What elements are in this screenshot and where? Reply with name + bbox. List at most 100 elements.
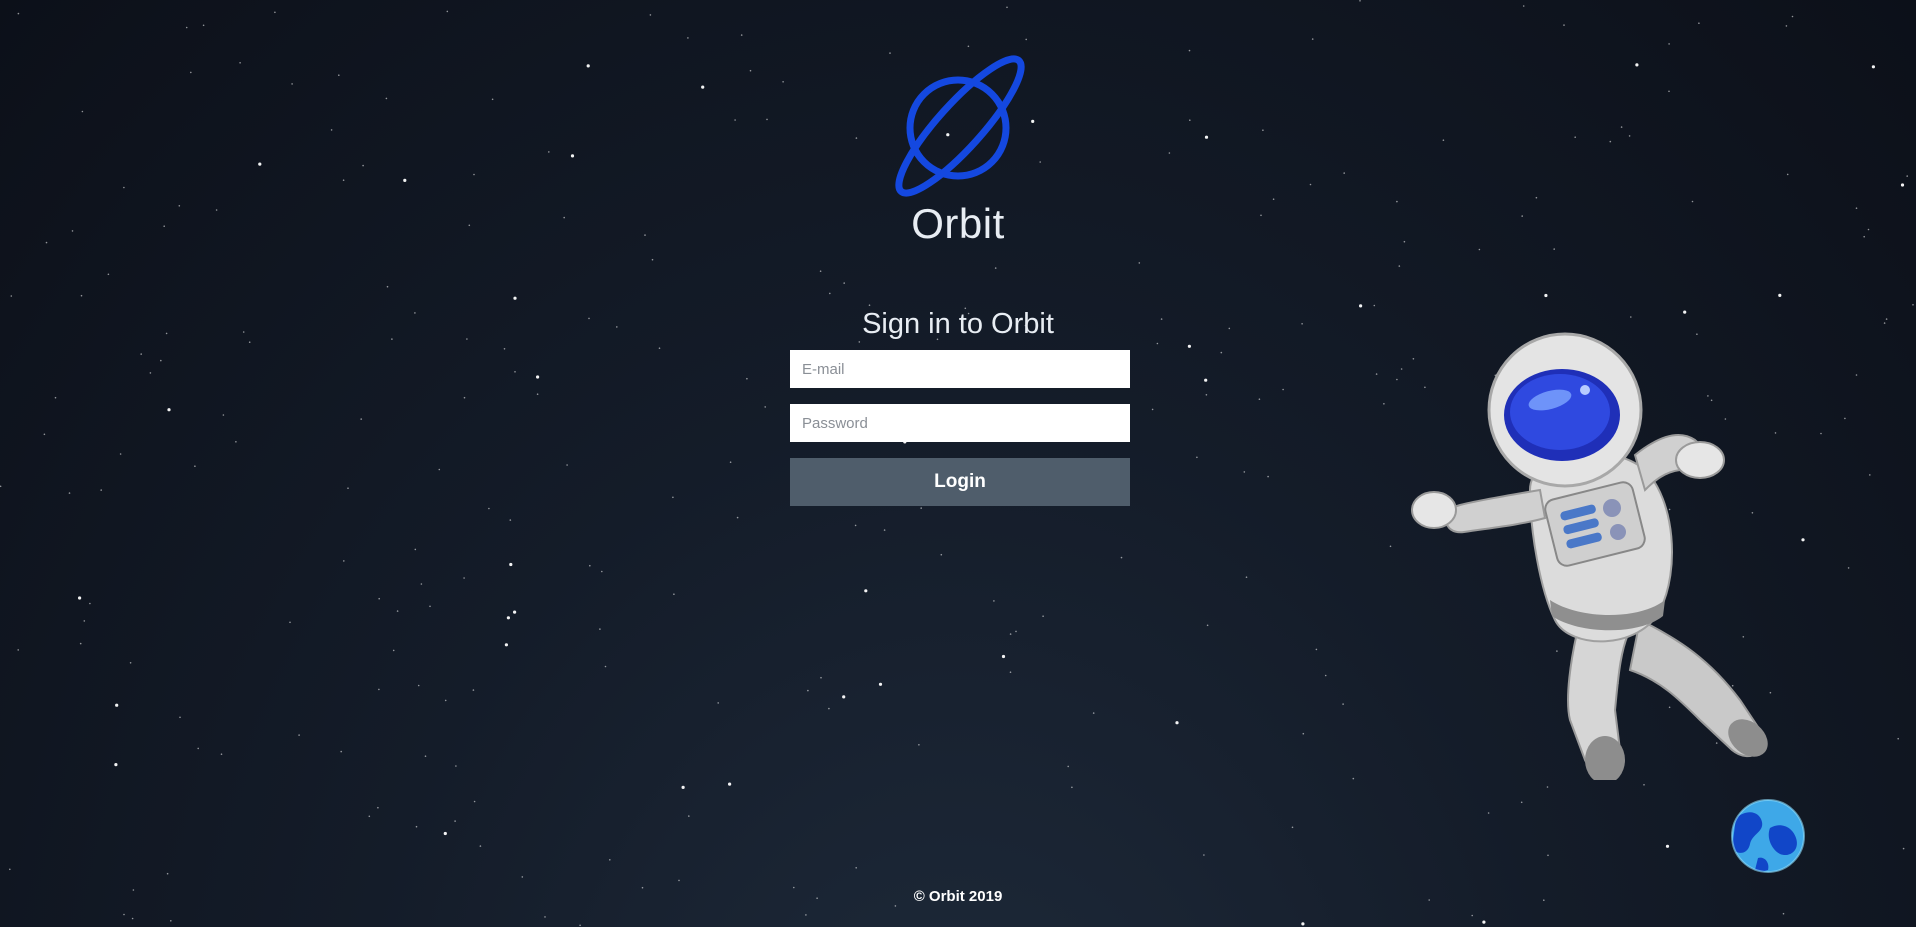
star <box>298 734 300 736</box>
star <box>1291 826 1294 829</box>
star <box>454 820 456 822</box>
star <box>330 129 333 131</box>
star <box>1902 847 1905 850</box>
star <box>463 577 465 579</box>
star <box>994 267 997 269</box>
star <box>9 868 11 871</box>
star <box>131 917 134 920</box>
star <box>1258 398 1261 401</box>
star <box>544 916 546 918</box>
star <box>1359 0 1361 2</box>
star <box>1092 712 1095 714</box>
star <box>455 765 457 767</box>
star <box>894 905 897 907</box>
star <box>190 71 192 74</box>
star <box>1206 624 1209 627</box>
star <box>734 119 736 121</box>
star <box>1782 912 1785 915</box>
star <box>967 45 970 48</box>
star <box>1282 388 1284 391</box>
star <box>473 800 476 803</box>
star <box>1009 671 1012 673</box>
star <box>446 10 449 13</box>
star <box>123 913 125 916</box>
star <box>993 600 995 602</box>
star <box>1791 15 1794 18</box>
star <box>1546 786 1549 788</box>
star <box>589 564 591 567</box>
star <box>1553 248 1555 250</box>
astronaut-illustration <box>1411 332 1768 780</box>
star <box>385 97 388 100</box>
star <box>717 702 719 704</box>
star <box>503 348 506 350</box>
star <box>1001 654 1006 659</box>
star <box>658 347 661 350</box>
star <box>202 24 205 27</box>
star <box>424 755 427 757</box>
star <box>1342 703 1344 705</box>
star <box>1698 22 1700 25</box>
star <box>521 876 524 878</box>
star <box>1522 5 1525 7</box>
star <box>1042 615 1044 617</box>
star <box>1535 196 1538 199</box>
star <box>878 682 883 686</box>
star <box>807 689 809 692</box>
star <box>17 649 20 651</box>
star <box>377 806 379 809</box>
star <box>820 676 822 679</box>
star <box>1544 293 1548 298</box>
star <box>740 34 743 36</box>
star <box>235 441 237 443</box>
star <box>289 621 291 624</box>
star <box>239 62 241 64</box>
star <box>764 406 766 408</box>
login-button[interactable]: Login <box>790 458 1130 506</box>
password-field[interactable] <box>790 404 1130 442</box>
star <box>140 353 142 355</box>
star <box>185 26 188 29</box>
star <box>1547 854 1549 857</box>
star <box>360 418 363 420</box>
star <box>687 37 689 39</box>
star <box>746 377 748 380</box>
star <box>1609 140 1612 143</box>
star <box>1869 474 1871 476</box>
star <box>463 396 466 399</box>
star <box>1025 38 1027 41</box>
star <box>414 548 417 551</box>
email-field[interactable] <box>790 350 1130 388</box>
star <box>819 270 822 273</box>
footer-copyright: © Orbit 2019 <box>913 888 1003 905</box>
star <box>114 763 118 767</box>
star <box>729 461 732 464</box>
star <box>1156 342 1159 345</box>
star <box>1309 183 1312 186</box>
star <box>736 516 739 519</box>
star <box>1801 538 1805 542</box>
star <box>1847 567 1850 569</box>
star <box>805 914 807 916</box>
star <box>1196 456 1198 459</box>
star <box>1478 248 1481 251</box>
star <box>473 173 475 176</box>
star <box>119 453 122 455</box>
star <box>1620 126 1623 128</box>
star <box>167 408 171 412</box>
star <box>536 375 540 379</box>
star <box>536 393 539 396</box>
star <box>362 164 364 167</box>
star <box>1301 922 1305 926</box>
star <box>396 610 399 612</box>
star <box>1635 63 1639 67</box>
star <box>160 359 162 362</box>
star <box>728 782 732 786</box>
star <box>1563 24 1565 26</box>
star <box>378 597 381 600</box>
star <box>609 859 611 861</box>
star <box>940 553 943 556</box>
star <box>749 69 752 72</box>
star <box>1188 49 1191 52</box>
star <box>548 151 550 153</box>
